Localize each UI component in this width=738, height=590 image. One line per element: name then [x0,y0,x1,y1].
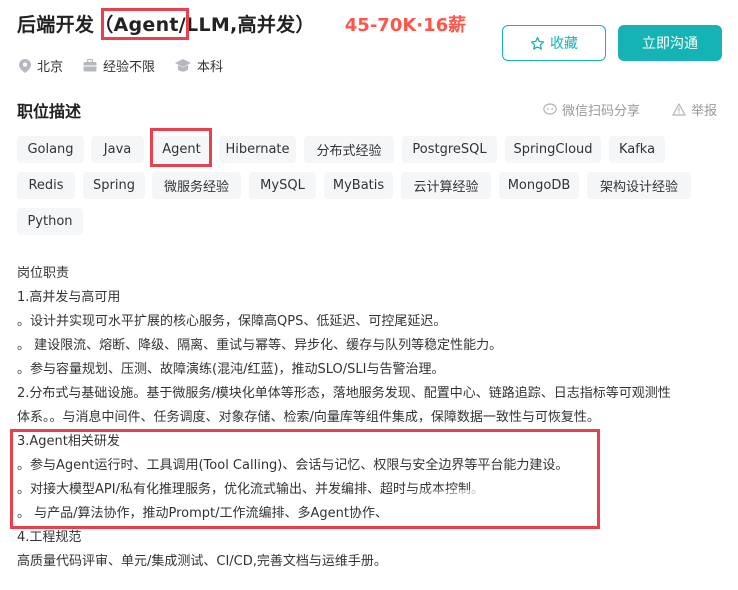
star-icon [530,36,545,50]
education-text: 本科 [197,60,224,75]
share-label: 微信扫码分享 [562,104,641,119]
description-line: 。参与容量规划、压测、故障演练(混沌/红蓝)，推动SLO/SLI与告警治理。 [17,362,445,377]
warning-icon [672,103,686,116]
skill-tag[interactable]: Golang [17,136,84,163]
graduation-cap-icon [175,59,192,72]
chat-bubble-icon [543,103,557,115]
skill-tag[interactable]: 微服务经验 [152,172,241,199]
skill-tag[interactable]: Kafka [609,136,665,163]
title-row: 后端开发（Agent/LLM,高并发） 45-70K·16薪 [17,10,466,37]
wechat-share-link[interactable]: 微信扫码分享 [543,100,640,119]
report-label: 举报 [691,104,718,119]
skill-tag[interactable]: Python [17,208,83,235]
location-pin-icon [19,58,31,73]
meta-education: 本科 [175,56,223,75]
experience-text: 经验不限 [103,60,156,75]
description-line: 1.高并发与高可用 [17,290,121,305]
meta-experience: 经验不限 [83,56,155,75]
description-line: 2.分布式与基础设施。基于微服务/模块化单体等形态，落地服务发现、配置中心、链路… [17,386,671,401]
report-link[interactable]: 举报 [672,100,717,119]
highlight-box-agent-tag [150,128,212,167]
description-line: 岗位职责 [17,266,70,281]
skill-tag[interactable]: Spring [83,172,145,199]
skill-tag[interactable]: 架构设计经验 [587,172,691,199]
favorite-label: 收藏 [550,36,578,52]
description-line: 。设计并实现可水平扩展的核心服务，保障高QPS、低延迟、可控尾延迟。 [17,314,447,329]
favorite-button[interactable]: 收藏 [502,25,606,61]
skill-tag[interactable]: Hibernate [219,136,296,163]
skill-tag[interactable]: SpringCloud [505,136,601,163]
chat-now-button[interactable]: 立即沟通 [618,25,722,61]
skill-tag[interactable]: MySQL [249,172,316,199]
skill-tag[interactable]: MongoDB [499,172,579,199]
job-meta: 北京 经验不限 本科 [19,56,243,75]
description-line: 。 建设限流、熔断、降级、隔离、重试与幂等、异步化、缓存与队列等稳定性能力。 [17,338,503,353]
briefcase-icon [83,59,97,72]
description-line: 体系。。与消息中间件、任务调度、对象存储、检索/向量库等组件集成，保障数据一致性… [17,410,600,425]
highlight-box-agent-section [10,429,600,529]
skill-tag[interactable]: Redis [17,172,75,199]
meta-location: 北京 [19,56,63,75]
highlight-box-title [101,8,189,40]
skill-tag[interactable]: MyBatis [324,172,393,199]
description-line: 高质量代码评审、单元/集成测试、CI/CD,完善文档与运维手册。 [17,554,387,569]
skill-tag[interactable]: Java [91,136,144,163]
skill-tag[interactable]: PostgreSQL [402,136,497,163]
section-title: 职位描述 [17,102,82,121]
skill-tag[interactable]: 云计算经验 [401,172,491,199]
skill-tag[interactable]: 分布式经验 [304,136,394,163]
salary: 45-70K·16薪 [344,15,467,36]
location-text: 北京 [37,60,64,75]
